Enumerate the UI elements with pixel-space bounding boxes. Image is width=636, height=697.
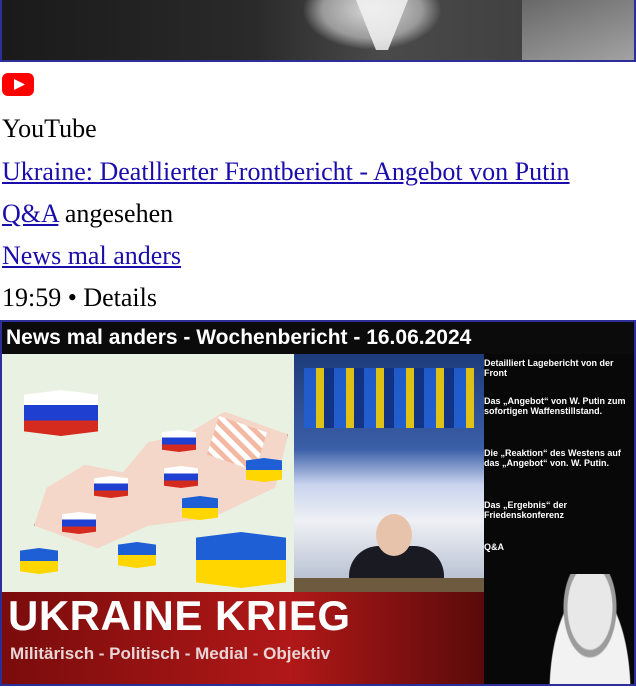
channel-link[interactable]: News mal anders <box>2 241 181 270</box>
russia-flag-icon <box>164 466 198 488</box>
thumbnail-topic-list: Detailliert Lagebericht von der Front Da… <box>484 354 634 684</box>
separator: • <box>61 283 84 312</box>
thumbnail-header: News mal anders - Wochenbericht - 16.06.… <box>2 322 634 354</box>
flag-backdrop <box>304 368 474 428</box>
banner-subtitle: Militärisch - Politisch - Medial - Objek… <box>10 644 331 663</box>
details-label[interactable]: Details <box>83 283 157 312</box>
topic-item: Das „Ergebnis“ der Friedenskonferenz <box>484 500 568 520</box>
ukraine-flag-icon <box>182 496 218 520</box>
watched-line: Q&A angesehen <box>2 199 173 229</box>
ukraine-flag-icon <box>118 542 156 568</box>
ukraine-flag-icon <box>246 458 282 482</box>
presenter-portrait <box>544 574 634 684</box>
russia-flag-icon <box>62 512 96 534</box>
russia-flag-icon <box>24 390 98 436</box>
ukraine-flag-icon <box>196 532 286 588</box>
meta-line: 19:59 • Details <box>2 283 157 313</box>
russia-flag-icon <box>162 430 196 452</box>
press-conference-photo <box>294 354 484 592</box>
topic-item: Die „Reaktion“ des Westens auf das „Ange… <box>484 448 621 468</box>
youtube-icon <box>2 73 34 96</box>
speaker-face <box>376 514 412 556</box>
previous-video-thumbnail[interactable] <box>0 0 636 62</box>
topic-item: Detailliert Lagebericht von der Front <box>484 358 614 378</box>
russia-flag-icon <box>94 476 128 498</box>
thumbnail-image-part <box>522 0 634 60</box>
ukraine-flag-icon <box>20 548 58 574</box>
video-thumbnail[interactable]: News mal anders - Wochenbericht - 16.06.… <box>0 320 636 686</box>
timestamp: 19:59 <box>2 283 62 312</box>
thumbnail-banner: UKRAINE KRIEG Militärisch - Politisch - … <box>2 592 484 684</box>
frontline-map <box>2 354 294 592</box>
desk <box>294 578 484 592</box>
qa-link[interactable]: Q&A <box>2 199 58 228</box>
banner-title: UKRAINE KRIEG <box>8 592 351 639</box>
video-title-link[interactable]: Ukraine: Deatllierter Frontbericht - Ang… <box>2 157 570 186</box>
watched-label: angesehen <box>58 199 174 228</box>
topic-item: Das „Angebot“ von W. Putin zum sofortige… <box>484 396 626 416</box>
source-label: YouTube <box>2 114 97 143</box>
topic-item: Q&A <box>484 542 504 552</box>
